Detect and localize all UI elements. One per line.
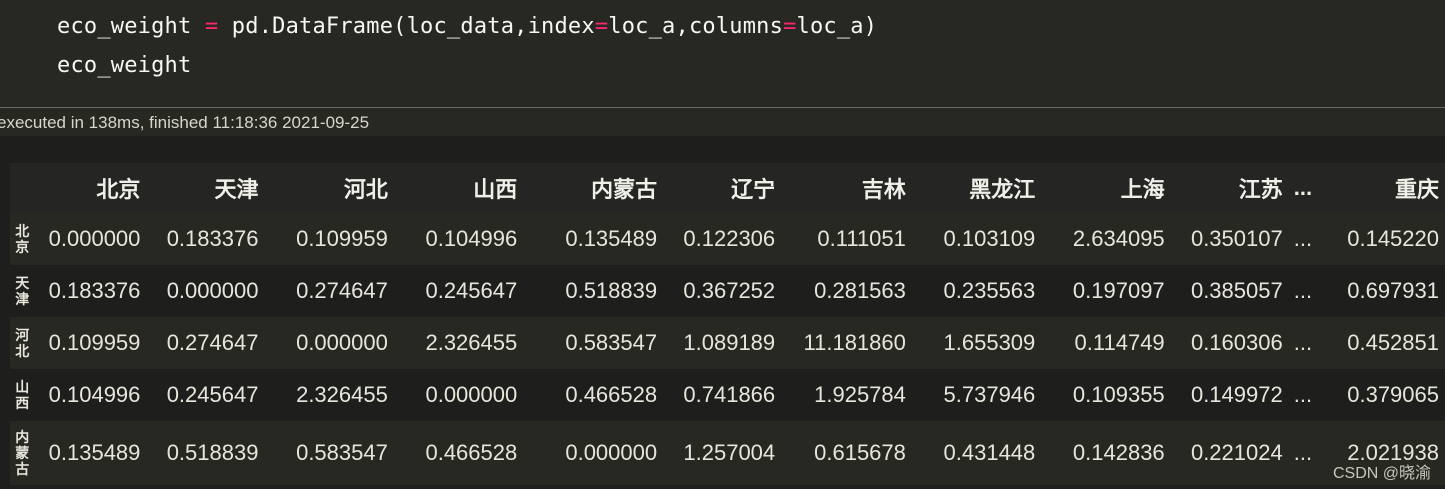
table-cell: 0.114749 [1074, 330, 1165, 355]
table-cell: 2.326455 [425, 330, 518, 355]
table-row: 天津 0.183376 0.000000 0.274647 0.245647 0… [10, 265, 1445, 317]
table-cell: 0.221024 [1190, 440, 1283, 465]
code-token: eco_weight [57, 14, 205, 39]
table-cell: 0.109355 [1072, 382, 1165, 407]
table-cell: 0.583547 [296, 440, 388, 465]
table-cell: 0.274647 [296, 278, 388, 303]
table-cell: 0.197097 [1072, 278, 1165, 303]
table-cell: 0.518839 [565, 278, 658, 303]
ellipsis-cell: ... [1293, 440, 1313, 465]
table-cell: 5.737946 [943, 382, 1036, 407]
code-token: loc_a,columns [608, 14, 784, 39]
table-cell: 0.109959 [48, 330, 141, 355]
table-cell: 0.466528 [565, 382, 658, 407]
table-cell: 0.149972 [1190, 382, 1283, 407]
table-cell: 1.925784 [814, 382, 906, 407]
table-cell: 0.000000 [48, 226, 141, 251]
table-cell: 0.431448 [943, 440, 1036, 465]
table-cell: 1.257004 [683, 440, 776, 465]
table-cell: 2.634095 [1072, 226, 1165, 251]
ellipsis-cell: ... [1293, 330, 1313, 355]
column-header: 江苏 [1170, 163, 1289, 213]
table-row: 内蒙古 0.135489 0.518839 0.583547 0.466528 … [10, 421, 1445, 485]
column-header: 山西 [393, 163, 524, 213]
execution-status: executed in 138ms, finished 11:18:36 202… [0, 113, 370, 132]
table-cell: 0.274647 [166, 330, 259, 355]
column-header: 河北 [264, 163, 394, 213]
table-cell: 0.135489 [48, 440, 141, 465]
column-header: 黑龙江 [911, 163, 1042, 213]
table-cell: 0.104996 [425, 226, 518, 251]
table-cell: 0.122306 [683, 226, 776, 251]
table-cell: 0.245647 [425, 278, 518, 303]
table-cell: 0.103109 [943, 226, 1036, 251]
table-cell: 0.135489 [565, 226, 658, 251]
code-cell[interactable]: eco_weight = pd.DataFrame(loc_data,index… [0, 0, 1445, 107]
table-cell: 11.181860 [803, 330, 906, 355]
code-operator: = [204, 14, 219, 39]
code-line-2[interactable]: eco_weight [57, 53, 191, 78]
table-cell: 1.655309 [943, 330, 1036, 355]
table-cell: 0.160306 [1190, 330, 1283, 355]
code-token: loc_a) [796, 14, 878, 39]
ellipsis-cell: ... [1293, 226, 1313, 251]
table-cell: 0.104996 [48, 382, 141, 407]
table-cell: 0.615678 [814, 440, 906, 465]
code-operator: = [594, 14, 609, 39]
column-header: 辽宁 [663, 163, 782, 213]
table-cell: 0.000000 [565, 440, 658, 465]
column-header: 吉林 [781, 163, 912, 213]
code-line-1[interactable]: eco_weight = pd.DataFrame(loc_data,index… [57, 14, 877, 39]
table-cell: 0.697931 [1347, 278, 1439, 303]
table-cell: 0.367252 [683, 278, 776, 303]
row-index-label: 天津 [15, 275, 30, 307]
watermark: CSDN @晓渝 [1332, 465, 1431, 482]
table-cell: 0.109959 [296, 226, 388, 251]
code-token: pd.DataFrame(loc_data,index [218, 14, 595, 39]
table-cell: 0.452851 [1347, 330, 1439, 355]
row-index-label: 内蒙古 [15, 429, 30, 477]
table-cell: 1.089189 [683, 330, 776, 355]
table-cell: 0.350107 [1190, 226, 1283, 251]
column-header: 北京 [34, 163, 147, 213]
table-cell: 0.183376 [166, 226, 259, 251]
table-cell: 2.326455 [296, 382, 388, 407]
table-row: 北京 0.000000 0.183376 0.109959 0.104996 0… [10, 213, 1445, 265]
column-header: 天津 [146, 163, 265, 213]
table-cell: 0.145220 [1347, 226, 1439, 251]
table-cell: 0.281563 [814, 278, 906, 303]
table-cell: 0.000000 [296, 330, 388, 355]
table-cell: 0.518839 [166, 440, 259, 465]
table-cell: 0.142836 [1072, 440, 1165, 465]
table-cell: 0.000000 [166, 278, 259, 303]
dataframe-table: 北京 天津 河北 山西 内蒙古 辽宁 吉林 黑龙江 上海 江苏 ... 重庆 北… [10, 163, 1445, 485]
table-cell: 0.385057 [1190, 278, 1283, 303]
ellipsis-column-header: ... [1288, 163, 1318, 213]
row-index-label: 北京 [15, 223, 30, 255]
ellipsis-cell: ... [1293, 278, 1313, 303]
index-header [10, 163, 35, 213]
table-header-row: 北京 天津 河北 山西 内蒙古 辽宁 吉林 黑龙江 上海 江苏 ... 重庆 [10, 163, 1445, 213]
table-cell: 0.183376 [48, 278, 141, 303]
row-index-label: 山西 [15, 379, 30, 411]
column-header: 上海 [1041, 163, 1171, 213]
table-cell: 0.111051 [817, 226, 906, 251]
table-cell: 0.245647 [166, 382, 259, 407]
row-index-label: 河北 [15, 327, 30, 359]
column-header: 内蒙古 [523, 163, 664, 213]
ellipsis-cell: ... [1293, 382, 1313, 407]
table-row: 河北 0.109959 0.274647 0.000000 2.326455 0… [10, 317, 1445, 369]
code-operator: = [783, 14, 797, 39]
table-cell: 0.379065 [1347, 382, 1439, 407]
table-row: 山西 0.104996 0.245647 2.326455 0.000000 0… [10, 369, 1445, 421]
table-cell: 0.741866 [683, 382, 776, 407]
table-cell: 0.466528 [425, 440, 518, 465]
table-cell: 0.583547 [565, 330, 658, 355]
table-cell: 0.235563 [943, 278, 1036, 303]
table-cell: 0.000000 [425, 382, 518, 407]
column-header: 重庆 [1317, 163, 1445, 213]
